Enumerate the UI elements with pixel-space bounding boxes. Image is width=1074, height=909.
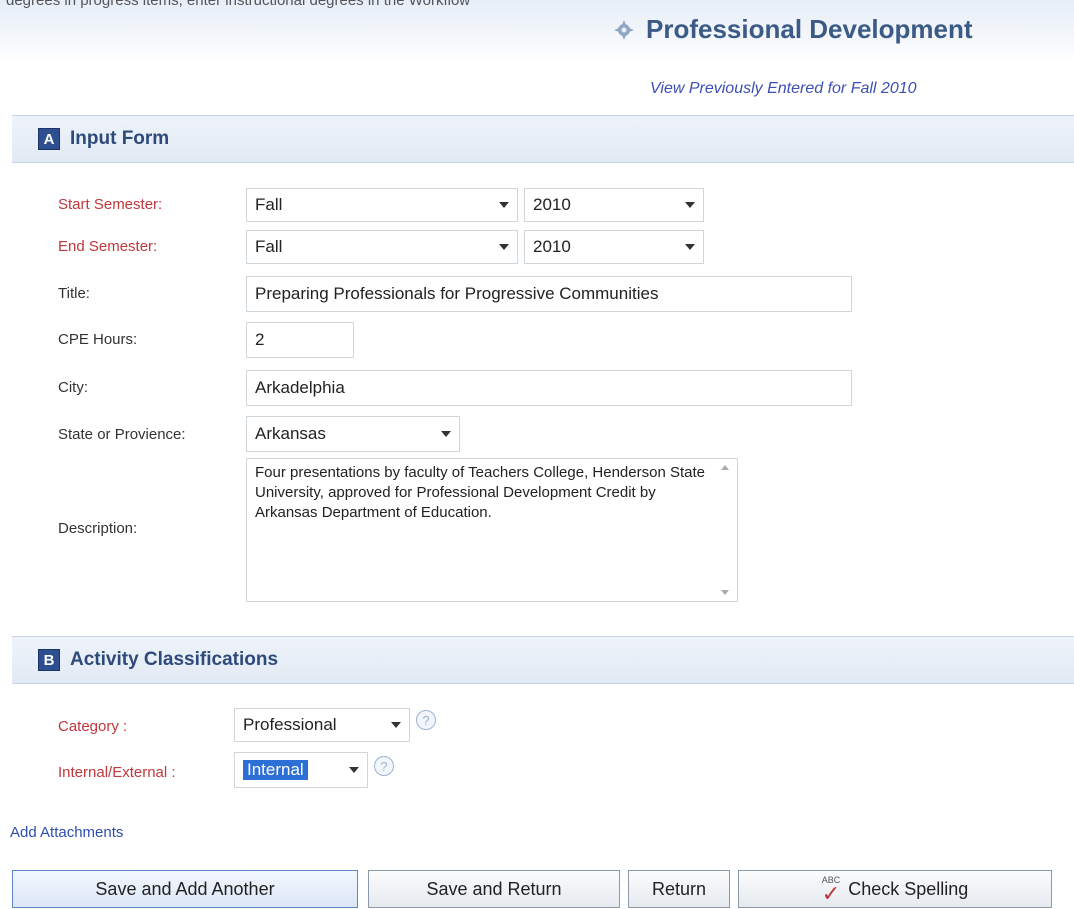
chevron-down-icon [685,244,695,250]
gear-logo-icon [612,18,636,42]
title-label: Title: [58,285,90,302]
section-badge: A [38,128,60,150]
section-badge: B [38,649,60,671]
end-semester-term-select[interactable]: Fall [246,230,518,264]
chevron-down-icon [685,202,695,208]
category-label: Category : [58,718,128,735]
return-button[interactable]: Return [628,870,730,908]
description-label: Description: [58,520,138,537]
description-textarea[interactable]: Four presentations by faculty of Teacher… [246,458,738,602]
page-title-text: Professional Development [646,14,973,44]
end-semester-term-value: Fall [255,237,283,256]
state-value: Arkansas [255,424,326,443]
chevron-down-icon [441,431,451,437]
add-attachments-link[interactable]: Add Attachments [10,824,123,841]
chevron-down-icon [391,722,401,728]
textarea-scrollbar[interactable] [721,465,731,595]
category-value: Professional [243,715,337,734]
internal-external-value: Internal [243,760,308,780]
end-semester-year-value: 2010 [533,237,571,256]
section-title: Input Form [70,128,170,149]
view-previous-link[interactable]: View Previously Entered for Fall 2010 [650,80,917,98]
save-and-add-another-button[interactable]: Save and Add Another [12,870,358,908]
chevron-down-icon [499,244,509,250]
spellcheck-icon: ABC ✓ [821,875,841,906]
section-title: Activity Classifications [70,649,279,670]
check-spelling-button[interactable]: ABC ✓ Check Spelling [738,870,1052,908]
cpe-hours-input[interactable]: 2 [246,322,354,358]
scroll-down-icon[interactable] [721,590,729,595]
city-label: City: [58,379,88,396]
check-spelling-label: Check Spelling [848,878,969,899]
title-input[interactable]: Preparing Professionals for Progressive … [246,276,852,312]
description-text: Four presentations by faculty of Teacher… [255,464,705,521]
chevron-down-icon [499,202,509,208]
chevron-down-icon [349,767,359,773]
start-semester-term-select[interactable]: Fall [246,188,518,222]
internal-external-select[interactable]: Internal [234,752,368,788]
start-semester-year-select[interactable]: 2010 [524,188,704,222]
start-semester-year-value: 2010 [533,195,571,214]
page-title: Professional Development [612,14,973,45]
category-select[interactable]: Professional [234,708,410,742]
city-input[interactable]: Arkadelphia [246,370,852,406]
cpe-hours-label: CPE Hours: [58,331,138,348]
start-semester-term-value: Fall [255,195,283,214]
section-header-activity-classifications: B Activity Classifications [12,636,1074,684]
help-icon[interactable]: ? [416,710,436,730]
scroll-up-icon[interactable] [721,465,729,470]
end-semester-label: End Semester: [58,238,158,255]
section-header-input-form: A Input Form [12,115,1074,163]
instructions-text: degrees in progress items, enter instruc… [6,0,471,9]
state-select[interactable]: Arkansas [246,416,460,452]
end-semester-year-select[interactable]: 2010 [524,230,704,264]
state-label: State or Provience: [58,426,186,443]
start-semester-label: Start Semester: [58,196,163,213]
internal-external-label: Internal/External : [58,764,176,781]
help-icon[interactable]: ? [374,756,394,776]
save-and-return-button[interactable]: Save and Return [368,870,620,908]
